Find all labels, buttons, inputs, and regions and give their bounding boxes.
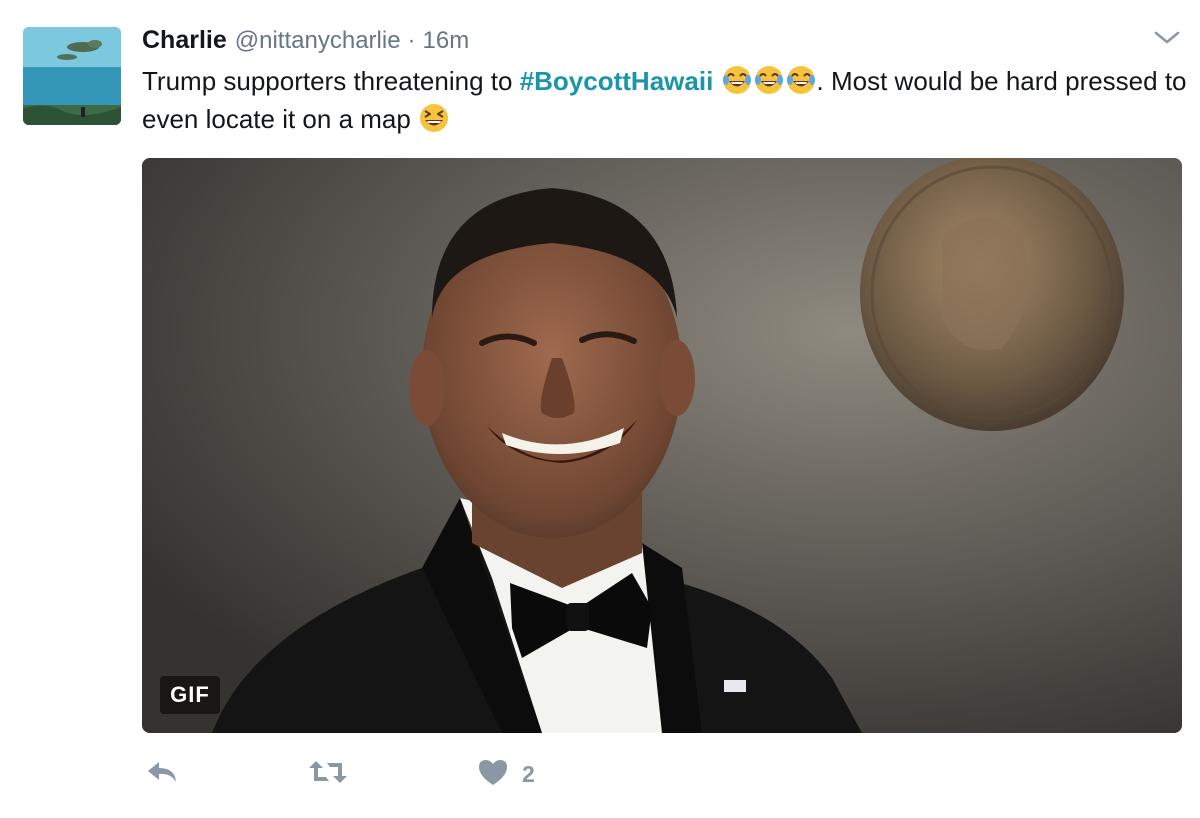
tweet-card: Charlie @nittanycharlie · 16m Trump supp… <box>0 0 1200 818</box>
tears-of-joy-emoji <box>785 64 817 96</box>
chevron-down-icon[interactable] <box>1152 26 1182 48</box>
avatar-image <box>23 27 121 125</box>
display-name[interactable]: Charlie <box>142 26 227 55</box>
gif-badge: GIF <box>160 676 220 714</box>
like-count: 2 <box>522 760 535 787</box>
avatar[interactable] <box>23 27 121 125</box>
retweet-button[interactable] <box>307 756 349 792</box>
heart-icon <box>476 757 510 792</box>
gif-media[interactable] <box>142 158 1182 733</box>
user-handle[interactable]: @nittanycharlie <box>235 27 401 55</box>
tears-of-joy-emoji <box>753 64 785 96</box>
timestamp[interactable]: 16m <box>423 27 470 55</box>
retweet-icon <box>307 757 349 792</box>
tears-of-joy-emoji <box>721 64 753 96</box>
reply-icon <box>145 757 179 792</box>
gif-image <box>142 158 1182 733</box>
hashtag-link[interactable]: #BoycottHawaii <box>520 66 714 96</box>
grinning-squinting-emoji <box>418 102 450 134</box>
reply-button[interactable] <box>145 756 179 792</box>
tweet-text: Trump supporters threatening to #Boycott… <box>142 62 1192 138</box>
tweet-header: Charlie @nittanycharlie · 16m <box>142 26 469 56</box>
tweet-text-part1: Trump supporters threatening to <box>142 66 520 96</box>
like-button[interactable]: 2 <box>476 756 535 792</box>
separator-dot: · <box>407 27 416 54</box>
tweet-actions: 2 <box>0 756 1200 796</box>
